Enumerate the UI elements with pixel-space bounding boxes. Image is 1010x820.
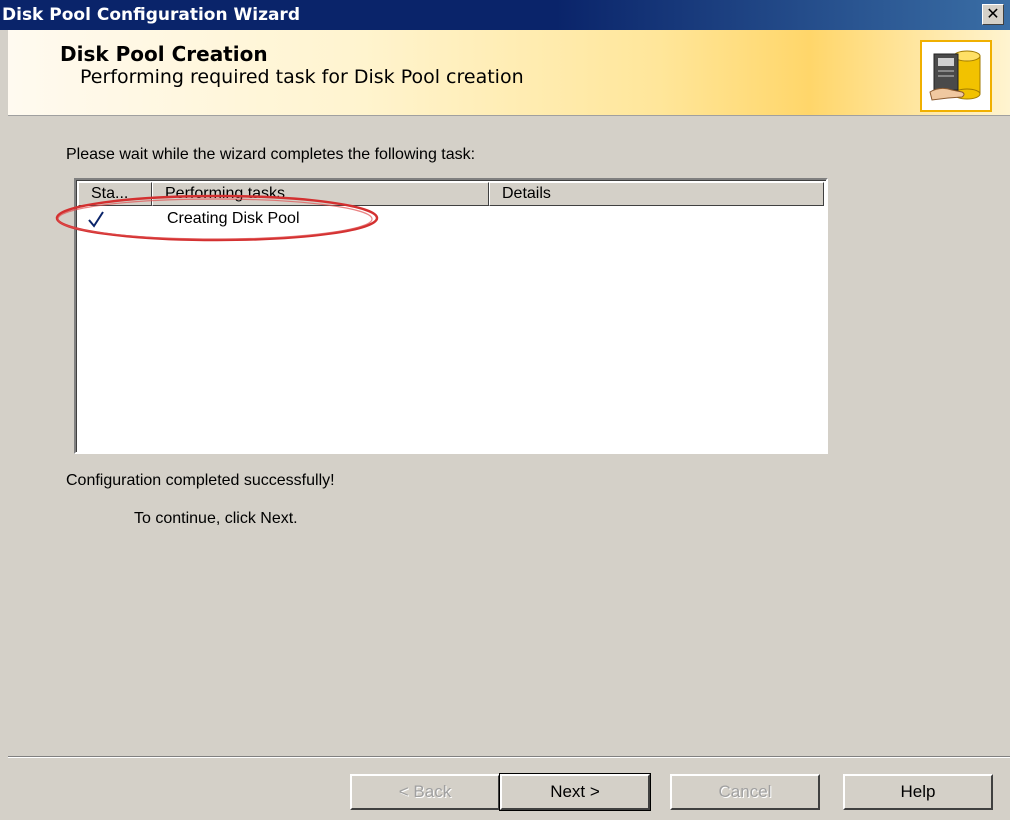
task-name: Creating Disk Pool [167, 210, 300, 227]
task-list[interactable]: Sta... Performing tasks Details Creating… [74, 178, 828, 454]
wizard-window: Disk Pool Configuration Wizard ✕ Disk Po… [0, 0, 1010, 820]
status-message: Configuration completed successfully! [66, 472, 335, 489]
window-title: Disk Pool Configuration Wizard [2, 5, 300, 25]
column-header-status[interactable]: Sta... [78, 182, 152, 206]
checkmark-icon [86, 208, 106, 230]
next-button[interactable]: Next > [499, 773, 651, 811]
continue-instruction: To continue, click Next. [134, 510, 298, 527]
back-button[interactable]: < Back [350, 774, 500, 810]
help-button[interactable]: Help [843, 774, 993, 810]
close-icon: ✕ [986, 4, 1000, 23]
footer-divider [8, 756, 1010, 758]
column-header-performing-tasks[interactable]: Performing tasks [152, 182, 489, 206]
header-title: Disk Pool Creation [60, 42, 268, 66]
table-row[interactable]: Creating Disk Pool [78, 208, 824, 232]
close-button[interactable]: ✕ [982, 4, 1004, 25]
column-header-details[interactable]: Details [489, 182, 824, 206]
wizard-header: Disk Pool Creation Performing required t… [8, 30, 1010, 116]
instruction-text: Please wait while the wizard completes t… [66, 146, 476, 163]
title-bar[interactable]: Disk Pool Configuration Wizard ✕ [0, 0, 1010, 30]
header-subtitle: Performing required task for Disk Pool c… [80, 66, 524, 88]
disk-pool-server-icon [920, 40, 992, 112]
cancel-button[interactable]: Cancel [670, 774, 820, 810]
